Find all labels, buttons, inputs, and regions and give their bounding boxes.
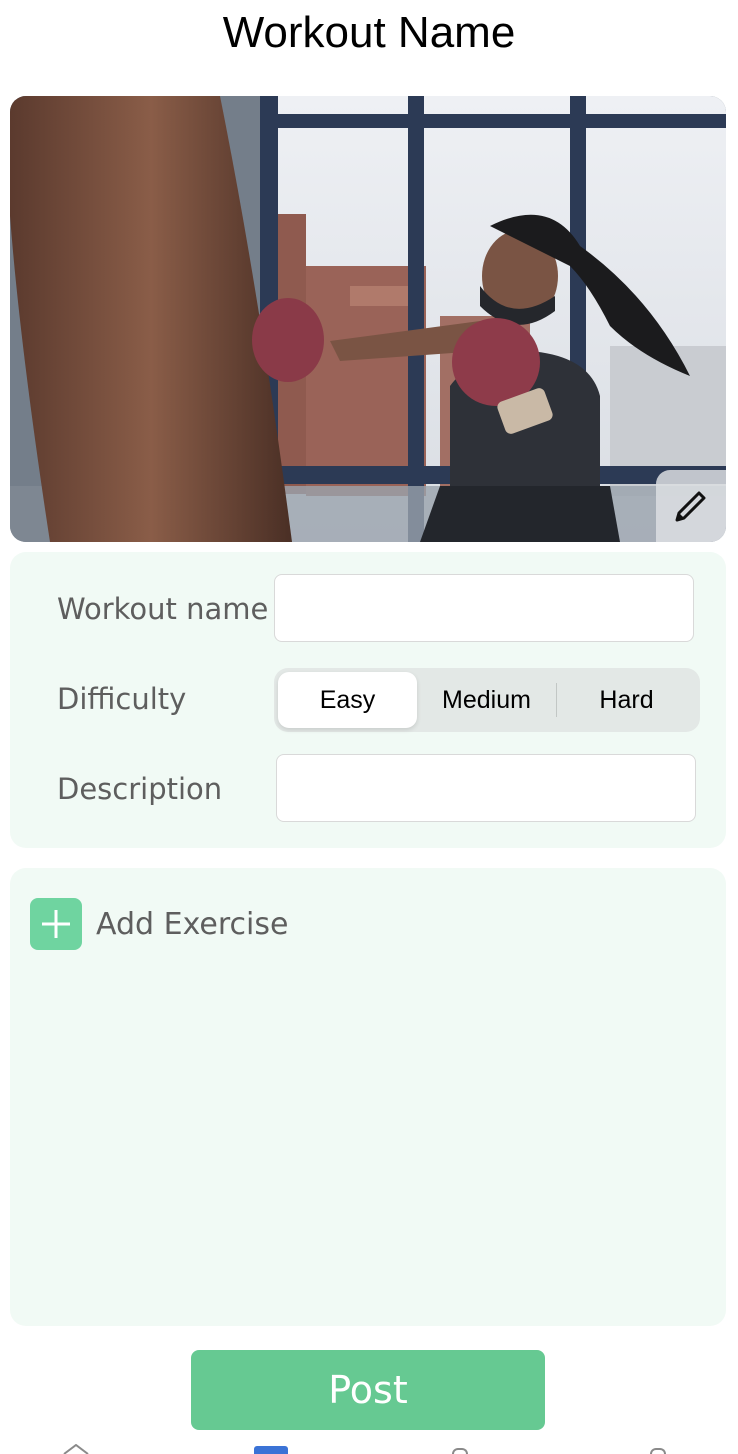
add-exercise-label: Add Exercise	[96, 906, 289, 942]
description-label: Description	[57, 772, 223, 806]
workout-details-card: Workout name Difficulty Easy Medium Hard…	[10, 552, 726, 848]
workout-name-label: Workout name	[57, 592, 269, 626]
create-workout-screen: Workout Name Workout name Difficulty Eas…	[0, 0, 738, 1454]
difficulty-option-easy[interactable]: Easy	[278, 672, 417, 728]
difficulty-option-medium[interactable]: Medium	[417, 672, 556, 728]
page-title: Workout Name	[222, 8, 516, 57]
plus-icon	[42, 910, 70, 938]
add-exercise-icon-box	[30, 898, 82, 950]
workout-name-input[interactable]	[274, 574, 694, 642]
edit-image-button[interactable]	[656, 470, 726, 542]
boxing-photo	[10, 96, 726, 542]
add-exercise-button[interactable]: Add Exercise	[30, 898, 288, 950]
workouts-tab-icon[interactable]	[254, 1446, 288, 1454]
exercise-list-card: Add Exercise	[10, 868, 726, 1326]
search-tab-icon[interactable]	[452, 1448, 468, 1454]
tab-bar	[0, 1440, 738, 1454]
home-icon[interactable]	[62, 1444, 90, 1454]
profile-tab-icon[interactable]	[650, 1448, 666, 1454]
pencil-icon	[675, 491, 706, 522]
description-input[interactable]	[276, 754, 696, 822]
post-button[interactable]: Post	[191, 1350, 545, 1430]
workout-cover-image	[10, 96, 726, 542]
difficulty-selector: Easy Medium Hard	[274, 668, 700, 732]
difficulty-option-hard[interactable]: Hard	[557, 672, 696, 728]
difficulty-label: Difficulty	[57, 682, 187, 716]
